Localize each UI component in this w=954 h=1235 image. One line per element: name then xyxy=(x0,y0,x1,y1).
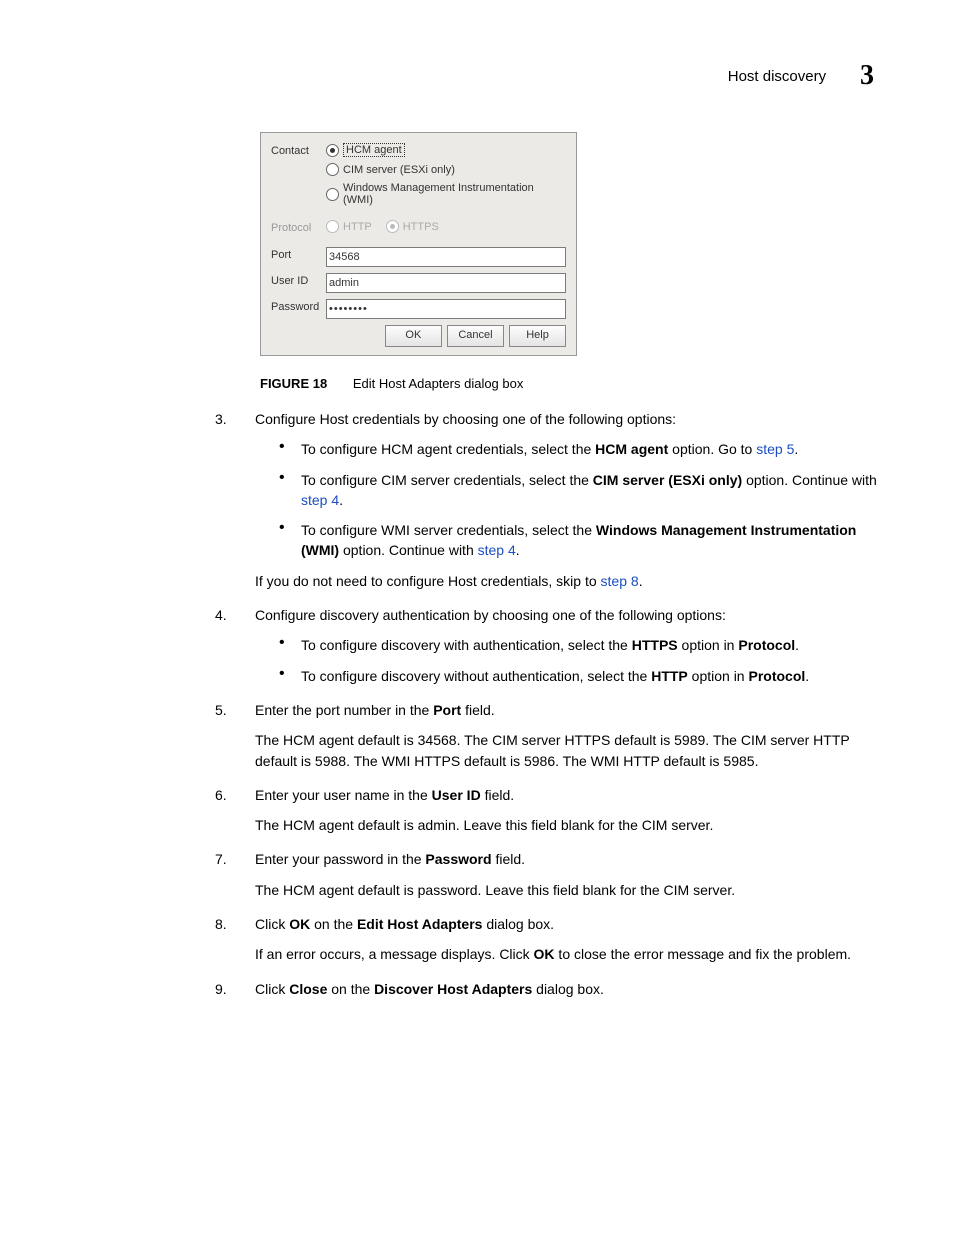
step-note: If you do not need to configure Host cre… xyxy=(255,571,884,591)
step-4: 4. Configure discovery authentication by… xyxy=(215,605,884,686)
radio-unselected-icon xyxy=(326,220,339,233)
list-item: To configure discovery with authenticati… xyxy=(279,635,884,655)
step-number: 7. xyxy=(215,849,227,869)
step-para: The HCM agent default is 34568. The CIM … xyxy=(255,730,884,771)
radio-selected-icon[interactable] xyxy=(326,144,339,157)
step-9: 9. Click Close on the Discover Host Adap… xyxy=(215,979,884,999)
chapter-number: 3 xyxy=(860,60,874,92)
contact-label: Contact xyxy=(271,143,326,157)
port-label: Port xyxy=(271,247,326,261)
step-number: 5. xyxy=(215,700,227,720)
password-input[interactable]: •••••••• xyxy=(326,299,566,319)
protocol-option-http: HTTP xyxy=(343,221,372,233)
edit-host-adapters-dialog: Contact HCM agent CIM server (ESXi only)… xyxy=(260,132,577,356)
password-label: Password xyxy=(271,299,326,313)
step-number: 8. xyxy=(215,914,227,934)
list-item: To configure WMI server credentials, sel… xyxy=(279,520,884,561)
page-header: Host discovery 3 xyxy=(60,60,894,92)
link-step-4[interactable]: step 4 xyxy=(478,542,516,558)
contact-option-hcm[interactable]: HCM agent xyxy=(343,143,405,157)
port-input[interactable]: 34568 xyxy=(326,247,566,267)
step-number: 6. xyxy=(215,785,227,805)
help-button[interactable]: Help xyxy=(509,325,566,347)
figure-caption-text: Edit Host Adapters dialog box xyxy=(353,376,524,391)
step-8: 8. Click OK on the Edit Host Adapters di… xyxy=(215,914,884,965)
user-id-input[interactable]: admin xyxy=(326,273,566,293)
step-text: Configure discovery authentication by ch… xyxy=(255,607,726,623)
radio-selected-icon xyxy=(386,220,399,233)
radio-unselected-icon[interactable] xyxy=(326,188,339,201)
protocol-label: Protocol xyxy=(271,220,326,234)
link-step-4[interactable]: step 4 xyxy=(301,492,339,508)
radio-unselected-icon[interactable] xyxy=(326,163,339,176)
ok-button[interactable]: OK xyxy=(385,325,442,347)
cancel-button[interactable]: Cancel xyxy=(447,325,504,347)
step-number: 4. xyxy=(215,605,227,625)
list-item: To configure HCM agent credentials, sele… xyxy=(279,439,884,459)
step-number: 3. xyxy=(215,409,227,429)
contact-option-wmi[interactable]: Windows Management Instrumentation (WMI) xyxy=(343,182,566,206)
figure-caption: FIGURE 18 Edit Host Adapters dialog box xyxy=(260,376,894,391)
header-title: Host discovery xyxy=(728,68,826,85)
step-3: 3. Configure Host credentials by choosin… xyxy=(215,409,884,591)
step-5: 5. Enter the port number in the Port fie… xyxy=(215,700,884,771)
protocol-option-https: HTTPS xyxy=(403,221,439,233)
step-para: If an error occurs, a message displays. … xyxy=(255,944,884,964)
step-para: The HCM agent default is password. Leave… xyxy=(255,880,884,900)
list-item: To configure discovery without authentic… xyxy=(279,666,884,686)
step-number: 9. xyxy=(215,979,227,999)
step-7: 7. Enter your password in the Password f… xyxy=(215,849,884,900)
link-step-5[interactable]: step 5 xyxy=(756,441,794,457)
step-para: The HCM agent default is admin. Leave th… xyxy=(255,815,884,835)
list-item: To configure CIM server credentials, sel… xyxy=(279,470,884,511)
step-text: Configure Host credentials by choosing o… xyxy=(255,411,676,427)
step-6: 6. Enter your user name in the User ID f… xyxy=(215,785,884,836)
figure-label: FIGURE 18 xyxy=(260,376,327,391)
user-id-label: User ID xyxy=(271,273,326,287)
link-step-8[interactable]: step 8 xyxy=(601,573,639,589)
contact-option-cim[interactable]: CIM server (ESXi only) xyxy=(343,164,455,176)
